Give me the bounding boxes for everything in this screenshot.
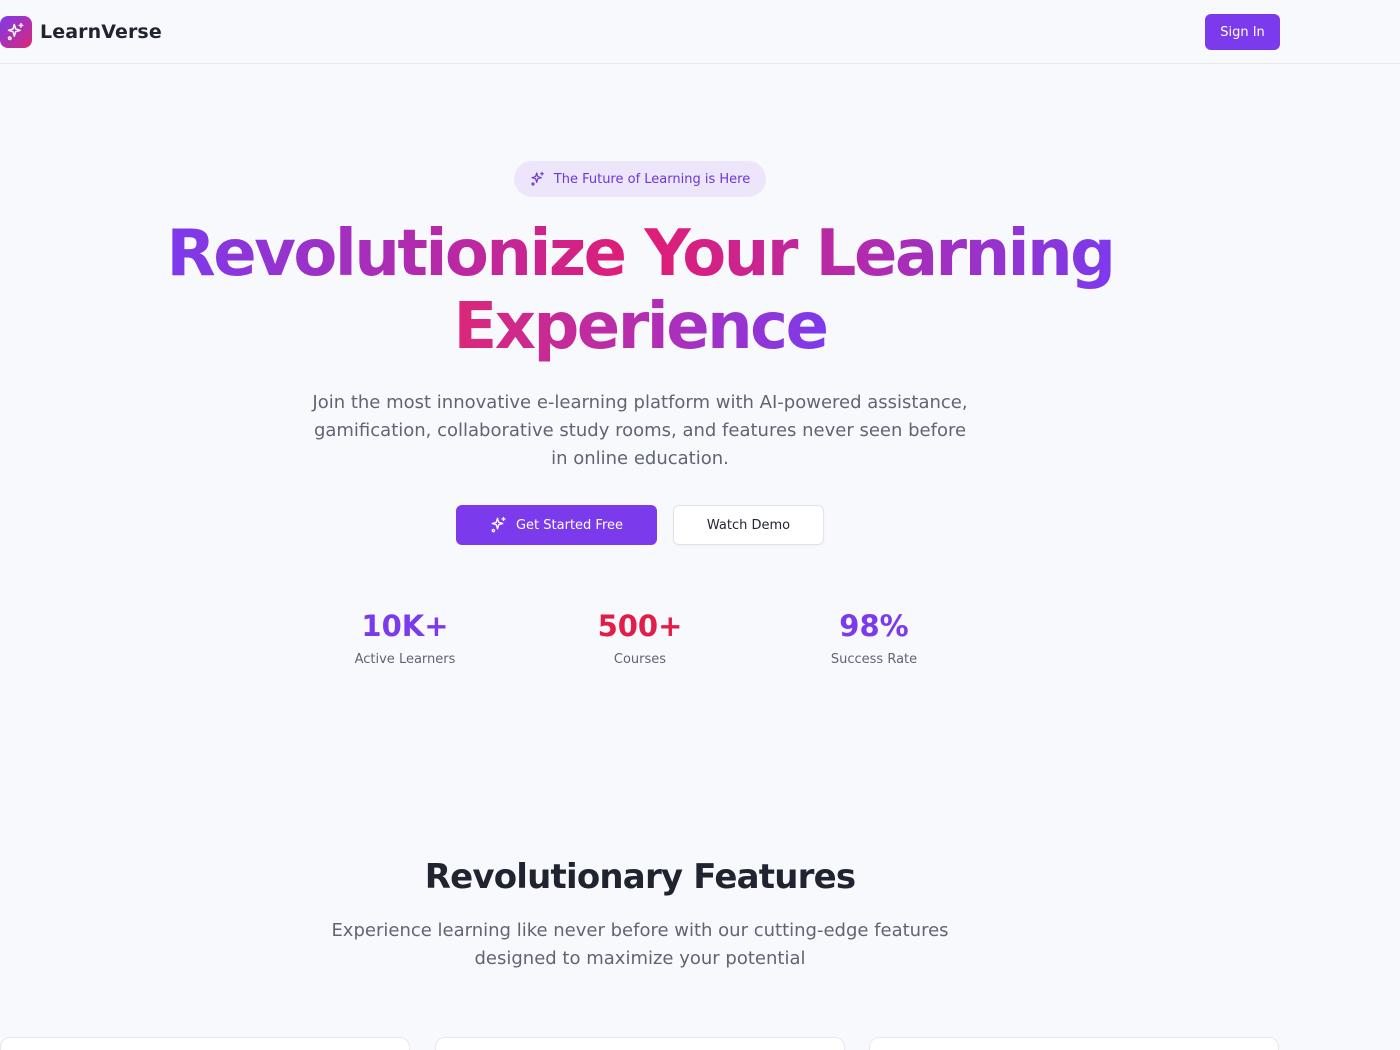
stat-value: 10K+ bbox=[361, 609, 449, 643]
hero-title-line1: Revolutionize Your Learning bbox=[167, 217, 1114, 291]
sparkles-icon bbox=[491, 516, 506, 533]
hero-title: Revolutionize Your Learning Experience bbox=[0, 218, 1280, 364]
stat-courses: 500+ Courses bbox=[540, 606, 740, 667]
hero-title-word: Your bbox=[644, 217, 796, 291]
features-title: Revolutionary Features bbox=[424, 857, 856, 897]
watch-demo-button[interactable]: Watch Demo bbox=[673, 505, 824, 545]
stat-value: 500+ bbox=[597, 609, 683, 643]
stat-label: Success Rate bbox=[830, 652, 918, 667]
top-header: LearnVerse Sign In bbox=[0, 0, 1400, 64]
stat-active-learners: 10K+ Active Learners bbox=[305, 606, 505, 667]
feature-card[interactable] bbox=[869, 1037, 1279, 1050]
get-started-label: Get Started Free bbox=[515, 517, 624, 533]
brand-logo bbox=[0, 16, 32, 48]
sparkles-icon bbox=[531, 171, 544, 186]
get-started-button[interactable]: Get Started Free bbox=[456, 505, 657, 545]
hero-subtitle: Join the most innovative e-learning plat… bbox=[312, 392, 968, 469]
hero-badge-text: The Future of Learning is Here bbox=[553, 171, 751, 187]
hero-title-line2: Experience bbox=[453, 290, 829, 364]
stat-success-rate: 98% Success Rate bbox=[774, 606, 974, 667]
brand[interactable]: LearnVerse bbox=[0, 16, 162, 48]
brand-name: LearnVerse bbox=[40, 21, 162, 43]
landing-page: LearnVerse Sign In The Future of Learnin… bbox=[0, 0, 1400, 1050]
feature-card[interactable] bbox=[435, 1037, 845, 1050]
stat-label: Active Learners bbox=[354, 652, 456, 667]
stat-label: Courses bbox=[613, 652, 667, 667]
hero-title-word: Learning bbox=[815, 217, 1114, 291]
stat-value: 98% bbox=[839, 609, 909, 643]
features-subtitle: Experience learning like never before wi… bbox=[331, 920, 949, 969]
sparkles-icon bbox=[7, 22, 24, 41]
feature-card[interactable] bbox=[0, 1037, 410, 1050]
hero-title-word: Revolutionize bbox=[166, 217, 625, 291]
hero-badge: The Future of Learning is Here bbox=[514, 161, 766, 197]
sign-in-button[interactable]: Sign In bbox=[1205, 14, 1280, 50]
